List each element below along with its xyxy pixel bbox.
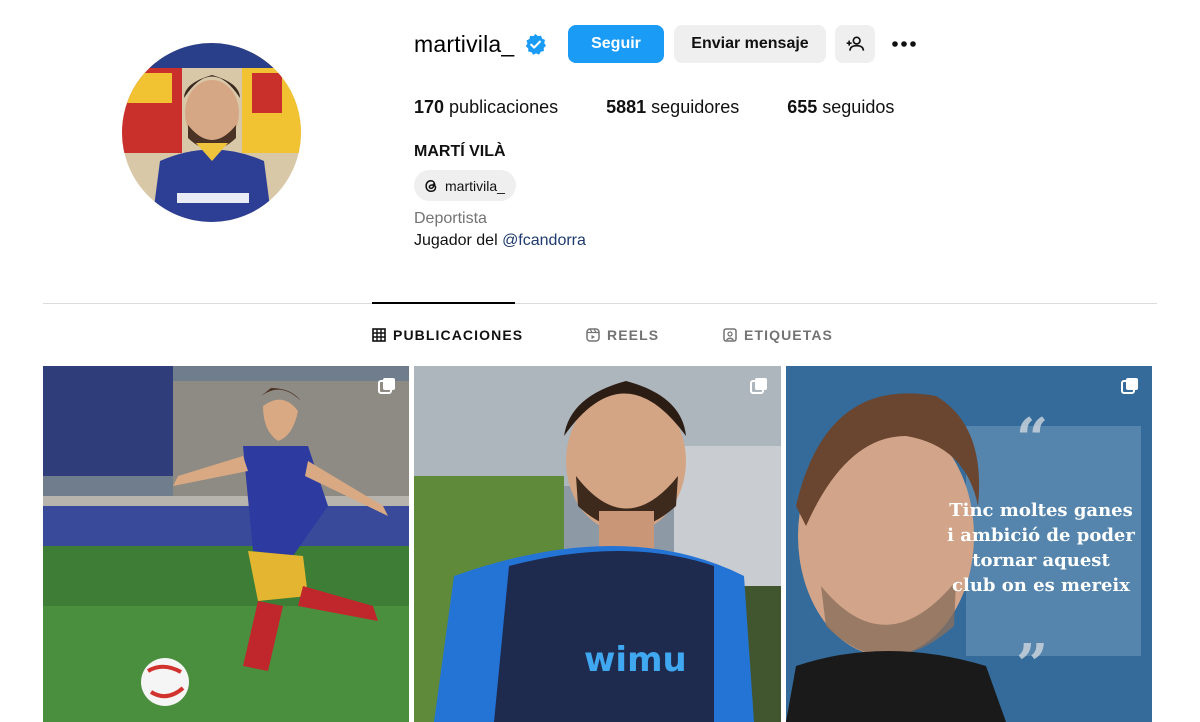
followers-count: 5881 — [606, 97, 647, 117]
multiple-photos-icon — [378, 378, 395, 394]
posts-count: 170 — [414, 97, 445, 117]
follow-button[interactable]: Seguir — [568, 25, 664, 63]
svg-text:“: “ — [1016, 406, 1048, 472]
tagged-icon — [723, 328, 737, 342]
verified-badge-icon — [524, 33, 547, 56]
following-count: 655 — [787, 97, 818, 117]
bio-text: Jugador del — [414, 232, 503, 249]
threads-icon — [425, 179, 437, 192]
add-user-icon — [846, 36, 865, 51]
suggest-users-button[interactable] — [835, 25, 875, 63]
following-label: seguidos — [817, 97, 895, 117]
profile-category: Deportista — [414, 210, 487, 227]
multiple-photos-icon — [1121, 378, 1138, 394]
grid-icon — [372, 328, 386, 342]
tab-posts[interactable]: PUBLICACIONES — [372, 325, 523, 345]
more-options-button[interactable] — [885, 25, 923, 63]
more-options-icon — [892, 41, 916, 47]
tab-reels[interactable]: REELS — [586, 325, 659, 345]
posts-count-stat: 170 publicaciones — [414, 97, 558, 118]
profile-stats: 170 publicaciones 5881 seguidores 655 se… — [414, 97, 942, 118]
posts-label: publicaciones — [444, 97, 559, 117]
following-stat[interactable]: 655 seguidos — [787, 97, 894, 118]
reels-icon — [586, 328, 600, 342]
bio-mention-link[interactable]: @fcandorra — [502, 232, 586, 249]
profile-bio: Jugador del @fcandorra — [414, 232, 586, 250]
svg-text:”: ” — [1016, 632, 1048, 698]
post-thumbnail-2[interactable]: wimu — [414, 366, 781, 722]
tab-tagged[interactable]: ETIQUETAS — [723, 325, 833, 345]
tabs-divider — [43, 303, 1157, 304]
followers-label: seguidores — [646, 97, 740, 117]
post-thumbnail-1[interactable] — [43, 366, 409, 722]
full-name: MARTÍ VILÀ — [414, 143, 506, 160]
svg-text:wimu: wimu — [584, 640, 687, 680]
tab-reels-label: REELS — [607, 327, 660, 343]
profile-header: martivila_ — [414, 24, 547, 64]
send-message-button[interactable]: Enviar mensaje — [674, 25, 826, 63]
post-quote-text: Tinc moltes ganes i ambició de poder tor… — [947, 500, 1135, 596]
active-tab-indicator — [372, 302, 515, 304]
post-thumbnail-3[interactable]: “ ” Tinc moltes ganes i ambició de poder… — [786, 366, 1152, 722]
threads-link[interactable]: martivila_ — [414, 170, 516, 201]
username: martivila_ — [414, 30, 515, 57]
threads-handle: martivila_ — [445, 177, 505, 194]
tab-tagged-label: ETIQUETAS — [744, 327, 833, 343]
multiple-photos-icon — [750, 378, 767, 394]
profile-avatar[interactable] — [122, 43, 301, 222]
tab-posts-label: PUBLICACIONES — [393, 327, 524, 343]
followers-stat[interactable]: 5881 seguidores — [606, 97, 739, 118]
